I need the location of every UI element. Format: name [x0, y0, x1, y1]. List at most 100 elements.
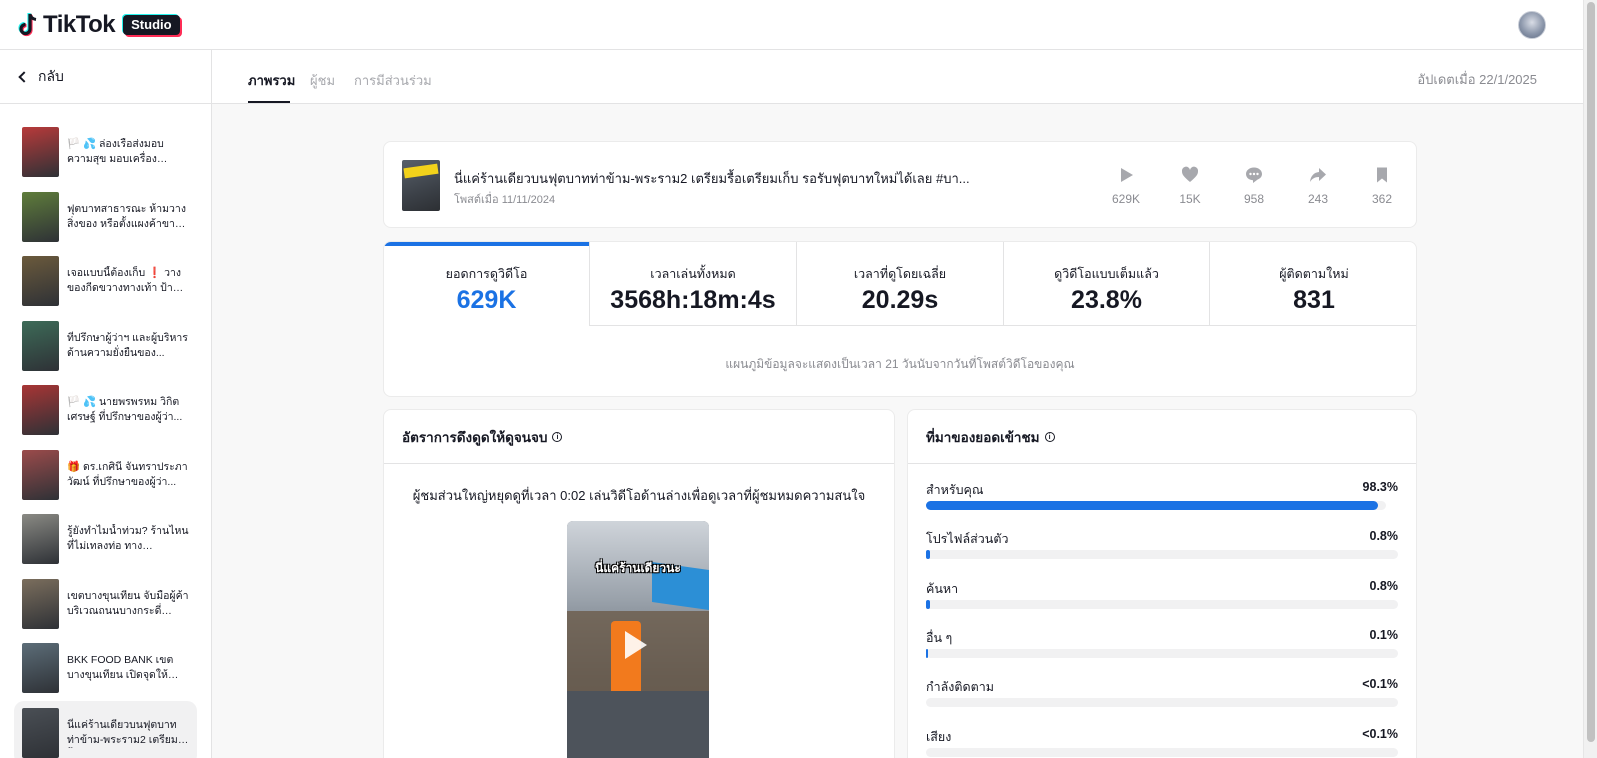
metric-new-followers[interactable]: ผู้ติดตามใหม่ 831: [1210, 242, 1416, 326]
traffic-title: ที่มาของยอดเข้าชม: [926, 429, 1040, 445]
video-sidebar: กลับ 🏳️ 💦 ล่องเรือส่งมอบความสุข มอบเครื่…: [0, 50, 212, 758]
metric-total-play-time[interactable]: เวลาเล่นทั้งหมด 3568h:18m:4s: [590, 242, 797, 326]
source-bar-track: [926, 600, 1398, 609]
metric-video-views[interactable]: ยอดการดูวิดีโอ 629K: [384, 242, 590, 326]
sidebar-video-item[interactable]: 🏳️ 💦 นายพรพรหม วิกิตเศรษฐ์ ที่ปรึกษาของผ…: [0, 378, 197, 443]
video-thumbnail: [22, 191, 59, 242]
chart-note: แผนภูมิข้อมูลจะแสดงเป็นเวลา 21 วันนับจาก…: [725, 357, 1075, 371]
video-title: 🏳️ 💦 นายพรพรหม วิกิตเศรษฐ์ ที่ปรึกษาของผ…: [67, 396, 183, 424]
video-thumbnail: [22, 320, 59, 371]
shares-count: 243: [1307, 192, 1329, 206]
info-icon[interactable]: i: [552, 431, 563, 442]
source-value: 0.8%: [1369, 579, 1399, 593]
metric-watched-full-video[interactable]: ดูวิดีโอแบบเต็มแล้ว 23.8%: [1004, 242, 1210, 326]
source-bar-track: [926, 649, 1398, 658]
tab-audience[interactable]: ผู้ชม: [310, 70, 335, 91]
page-scrollbar[interactable]: [1583, 0, 1597, 758]
video-title: BKK FOOD BANK เขตบางขุนเทียน เปิดจุดให้บ…: [67, 654, 174, 682]
post-date: โพสต์เมื่อ 11/11/2024: [454, 194, 556, 206]
video-thumbnail: [22, 578, 59, 629]
share-icon: [1310, 168, 1326, 182]
metric-label: ผู้ติดตามใหม่: [1279, 267, 1349, 281]
source-bar-track: [926, 748, 1398, 757]
sidebar-video-item[interactable]: รู้ยังทำไมน้ำท่วม? ร้านไหนที่ไม่เทลงท่อ …: [0, 507, 197, 572]
metric-label: เวลาเล่นทั้งหมด: [650, 267, 736, 281]
source-bar-track: [926, 698, 1398, 707]
traffic-source-card: ที่มาของยอดเข้าชม i สำหรับคุณ 98.3% โปรไฟล…: [907, 409, 1417, 758]
video-thumbnail: [22, 449, 59, 500]
source-label: ค้นหา: [926, 582, 959, 596]
scrollbar-thumb[interactable]: [1587, 2, 1595, 742]
back-label: กลับ: [38, 67, 64, 84]
post-thumbnail[interactable]: [402, 160, 440, 211]
tiktok-logo-icon: [18, 12, 37, 36]
metric-label: เวลาที่ดูโดยเฉลี่ย: [853, 267, 947, 281]
saves-count: 362: [1371, 192, 1393, 206]
source-value: <0.1%: [1362, 727, 1398, 741]
retention-card: อัตราการดึงดูดให้ดูจนจบ i ผู้ชมส่วนใหญ่ห…: [383, 409, 895, 758]
tab-overview[interactable]: ภาพรวม: [248, 70, 295, 91]
sidebar-video-item[interactable]: นี่แค่ร้านเดียวบนฟุตบาทท่าข้าม-พระราม2 เ…: [14, 700, 197, 758]
tiktok-studio-logo[interactable]: TikTok Studio: [17, 11, 180, 39]
metric-average-watch-time[interactable]: เวลาที่ดูโดยเฉลี่ย 20.29s: [797, 242, 1004, 326]
comments-stat: 958: [1234, 166, 1274, 208]
retention-header: อัตราการดึงดูดให้ดูจนจบ i: [384, 410, 894, 464]
source-label: อื่น ๆ: [926, 631, 953, 645]
source-bar-fill: [926, 501, 1379, 510]
sidebar-video-item[interactable]: ที่ปรึกษาผู้ว่าฯ และผู้บริหารด้านความยั่…: [0, 314, 197, 379]
source-bar-fill: [926, 550, 930, 559]
bookmark-icon: [1377, 167, 1387, 183]
source-bar-fill: [926, 600, 930, 609]
source-value: 0.1%: [1369, 628, 1399, 642]
likes-count: 15K: [1179, 192, 1201, 206]
video-thumbnail: [22, 127, 59, 178]
video-player[interactable]: นี่แค่ร้านเดียวนะ: [567, 521, 709, 758]
sidebar-video-item[interactable]: ฟุตบาทสาธารณะ ห้ามวางสิ่งของ หรือตั้งแผง…: [0, 185, 197, 250]
sidebar-video-item[interactable]: 🎁 ดร.เกศินี จันทราประภาวัฒน์ ที่ปรึกษาขอ…: [0, 443, 197, 508]
video-title: เจอแบบนี้ต้องเก็บ ❗ วางของกีดขวางทางเท้า…: [67, 267, 182, 295]
video-title: เขตบางขุนเทียน จับมือผู้ค้าบริเวณถนนบางก…: [67, 589, 189, 617]
source-bar-track: [926, 501, 1386, 510]
video-thumbnail: [22, 514, 59, 565]
metric-value: 831: [1293, 286, 1335, 314]
video-title: นี่แค่ร้านเดียวบนฟุตบาทท่าข้าม-พระราม2 เ…: [67, 718, 178, 746]
likes-stat: 15K: [1170, 166, 1210, 208]
comments-count: 958: [1243, 192, 1265, 206]
source-label: เสียง: [926, 730, 952, 744]
video-thumbnail: [22, 256, 59, 307]
play-icon[interactable]: [625, 631, 647, 659]
traffic-header: ที่มาของยอดเข้าชม i: [908, 410, 1416, 464]
post-title: นี่แค่ร้านเดียวบนฟุตบาทท่าข้าม-พระราม2 เ…: [454, 171, 970, 186]
metric-value: 629K: [456, 286, 517, 314]
sidebar-video-item[interactable]: BKK FOOD BANK เขตบางขุนเทียน เปิดจุดให้บ…: [0, 636, 197, 701]
sidebar-video-item[interactable]: เขตบางขุนเทียน จับมือผู้ค้าบริเวณถนนบางก…: [0, 572, 197, 637]
source-bar-fill: [926, 649, 928, 658]
tab-engagement[interactable]: การมีส่วนร่วม: [354, 70, 432, 91]
brand-name: TikTok: [43, 10, 116, 38]
metric-value: 23.8%: [1071, 286, 1142, 314]
video-caption: นี่แค่ร้านเดียวนะ: [595, 561, 681, 575]
post-summary-card: นี่แค่ร้านเดียวบนฟุตบาทท่าข้าม-พระราม2 เ…: [383, 141, 1417, 228]
video-title: 🏳️ 💦 ล่องเรือส่งมอบความสุข มอบเครื่องอุป…: [67, 138, 164, 166]
retention-title: อัตราการดึงดูดให้ดูจนจบ: [402, 429, 548, 445]
avatar[interactable]: [1518, 11, 1546, 39]
source-value: 98.3%: [1362, 480, 1398, 494]
key-metrics-card: ยอดการดูวิดีโอ 629K เวลาเล่นทั้งหมด 3568…: [383, 241, 1417, 397]
video-title: 🎁 ดร.เกศินี จันทราประภาวัฒน์ ที่ปรึกษาขอ…: [67, 460, 188, 488]
shares-stat: 243: [1298, 166, 1338, 208]
video-thumbnail: [22, 707, 59, 758]
tabs-bar: ภาพรวม ผู้ชม การมีส่วนร่วม อัปเดตเมื่อ 2…: [212, 50, 1583, 104]
last-updated: อัปเดตเมื่อ 22/1/2025: [1417, 72, 1537, 87]
metric-value: 20.29s: [861, 286, 939, 314]
back-button[interactable]: กลับ: [0, 50, 211, 104]
heart-icon: [1181, 166, 1199, 182]
source-value: <0.1%: [1362, 677, 1398, 691]
sidebar-video-item[interactable]: เจอแบบนี้ต้องเก็บ ❗ วางของกีดขวางทางเท้า…: [0, 249, 197, 314]
views-count: 629K: [1111, 192, 1141, 206]
sidebar-video-item[interactable]: 🏳️ 💦 ล่องเรือส่งมอบความสุข มอบเครื่องอุป…: [0, 120, 197, 185]
info-icon[interactable]: i: [1044, 431, 1055, 442]
video-list: 🏳️ 💦 ล่องเรือส่งมอบความสุข มอบเครื่องอุป…: [0, 104, 211, 758]
video-title: ที่ปรึกษาผู้ว่าฯ และผู้บริหารด้านความยั่…: [67, 331, 188, 359]
source-label: กำลังติดตาม: [926, 680, 994, 694]
metric-label: ดูวิดีโอแบบเต็มแล้ว: [1054, 267, 1159, 281]
